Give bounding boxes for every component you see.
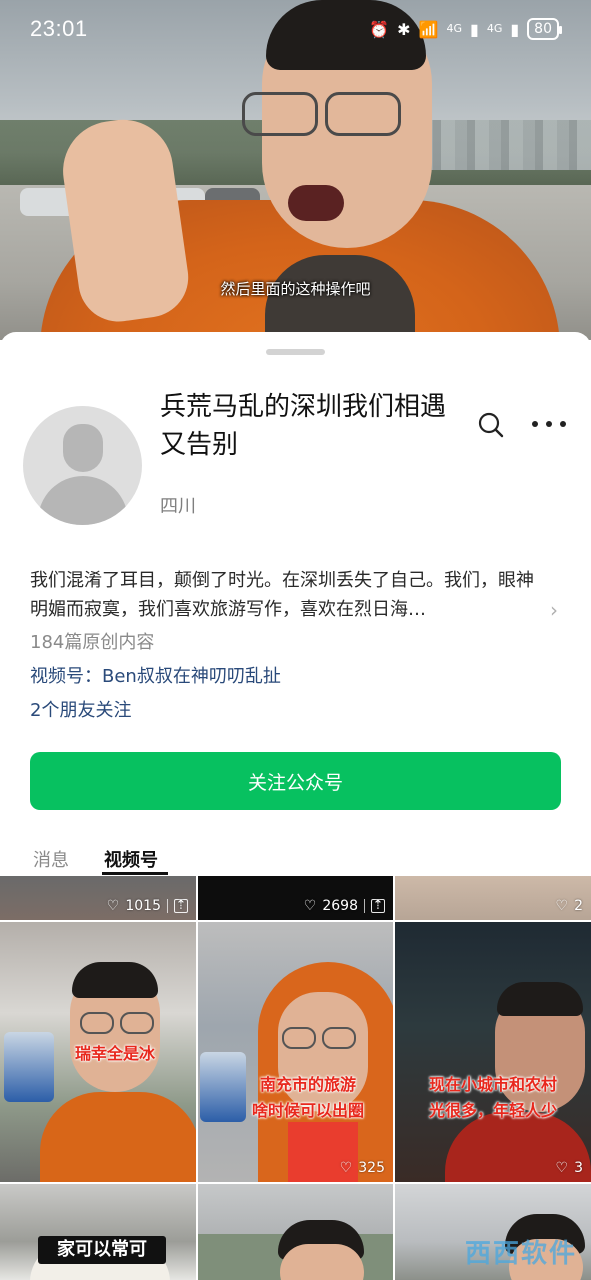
video-grid: ♡ 1015 ⇡ ♡ 2698 ⇡ ♡ 2 瑞幸全是冰 南充市的旅游 啥时候可以… xyxy=(0,876,591,1280)
video-thumbnail[interactable]: ♡ 1015 ⇡ xyxy=(0,876,196,920)
alarm-icon: ⏰ xyxy=(369,19,390,39)
more-dots-icon xyxy=(546,421,552,427)
avatar[interactable] xyxy=(23,406,142,525)
video-thumbnail[interactable]: ♡ 2698 ⇡ xyxy=(198,876,393,920)
video-thumbnail[interactable]: 瑞幸全是冰 xyxy=(0,922,196,1182)
content-tabs: 消息 视频号 xyxy=(0,840,591,876)
signal-bars-icon: ▮ xyxy=(510,19,520,39)
like-count: 2 xyxy=(574,898,583,914)
person-face xyxy=(280,1244,364,1280)
heart-icon: ♡ xyxy=(303,898,317,914)
sheet-drag-handle[interactable] xyxy=(266,349,325,355)
heart-icon: ♡ xyxy=(555,1160,569,1176)
video-thumbnail[interactable] xyxy=(198,1184,393,1280)
heart-icon: ♡ xyxy=(555,898,569,914)
drink-cup xyxy=(4,1032,54,1102)
video-thumbnail[interactable]: 西西软件 xyxy=(395,1184,591,1280)
person-jacket xyxy=(40,1092,196,1182)
video-thumbnail[interactable]: 现在小城市和农村 光很多，年轻人少 ♡ 3 xyxy=(395,922,591,1182)
avatar-placeholder-body xyxy=(38,476,128,525)
chevron-right-icon[interactable]: › xyxy=(550,598,558,622)
search-button[interactable] xyxy=(476,410,506,440)
tab-messages[interactable]: 消息 xyxy=(33,846,69,872)
glasses xyxy=(322,1027,356,1049)
video-player[interactable]: 23:01 ⏰ ✱ 📶 4G ▮ 4G ▮ 80 然后里面的这种操作吧 xyxy=(0,0,591,340)
video-stats: ♡ 1015 ⇡ xyxy=(107,898,188,914)
person-hair xyxy=(72,962,158,998)
video-caption: 南充市的旅游 啥时候可以出圈 xyxy=(251,1075,364,1120)
video-stats: ♡ 3 xyxy=(556,1160,583,1176)
video-caption: 瑞幸全是冰 xyxy=(74,1044,155,1063)
more-dots-icon xyxy=(532,421,538,427)
wifi-icon: 📶 xyxy=(418,19,439,39)
video-stats: ♡ 2 xyxy=(556,898,583,914)
heart-icon: ♡ xyxy=(339,1160,353,1176)
video-thumbnail[interactable]: 家可以常可 xyxy=(0,1184,196,1280)
bluetooth-icon: ✱ xyxy=(397,19,411,39)
follow-account-button[interactable]: 关注公众号 xyxy=(30,752,561,810)
glasses xyxy=(282,1027,316,1049)
video-caption: 家可以常可 xyxy=(38,1236,166,1264)
search-icon xyxy=(478,412,504,438)
heart-icon: ♡ xyxy=(106,898,120,914)
original-content-count: 184篇原创内容 xyxy=(30,632,155,653)
tab-active-indicator xyxy=(102,872,168,875)
account-profile-sheet: 兵荒马乱的深圳我们相遇又告别 四川 我们混淆了耳目，颠倒了时光。在深圳丢失了自己… xyxy=(0,332,591,1280)
like-count: 3 xyxy=(574,1160,583,1176)
like-count: 2698 xyxy=(322,898,358,914)
more-options-button[interactable] xyxy=(532,416,566,432)
battery-icon: 80 xyxy=(527,18,562,40)
pin-icon: ⇡ xyxy=(371,898,385,913)
glasses xyxy=(120,1012,154,1034)
video-stats: ♡ 2698 ⇡ xyxy=(304,898,385,914)
glasses xyxy=(325,92,401,136)
account-name: 兵荒马乱的深圳我们相遇又告别 xyxy=(160,392,447,460)
video-stats: ♡ 325 xyxy=(340,1160,385,1176)
glasses xyxy=(80,1012,114,1034)
account-description[interactable]: 我们混淆了耳目，颠倒了时光。在深圳丢失了自己。我们，眼神明媚而寂寞，我们喜欢旅游… xyxy=(30,566,540,624)
avatar-placeholder-icon xyxy=(63,424,103,472)
glasses xyxy=(242,92,318,136)
divider xyxy=(364,899,365,913)
more-dots-icon xyxy=(560,421,566,427)
status-icons: ⏰ ✱ 📶 4G ▮ 4G ▮ 80 xyxy=(369,18,562,40)
signal-bars-icon: ▮ xyxy=(470,19,479,39)
friends-following-link[interactable]: 2个朋友关注 xyxy=(30,696,131,722)
cellular-signal-icon: 4G xyxy=(446,22,463,35)
tab-channels[interactable]: 视频号 xyxy=(104,846,158,872)
like-count: 1015 xyxy=(125,898,161,914)
video-subtitle: 然后里面的这种操作吧 xyxy=(220,280,371,298)
video-caption: 现在小城市和农村 光很多，年轻人少 xyxy=(428,1075,557,1120)
watermark-logo: 西西软件 xyxy=(464,1239,577,1269)
video-thumbnail[interactable]: 南充市的旅游 啥时候可以出圈 ♡ 325 xyxy=(198,922,393,1182)
background-buildings xyxy=(421,120,591,170)
divider xyxy=(167,899,168,913)
status-time: 23:01 xyxy=(30,16,88,41)
account-region: 四川 xyxy=(160,496,196,517)
channel-link[interactable]: 视频号：Ben叔叔在神叨叨乱扯 xyxy=(30,662,281,688)
video-thumbnail[interactable]: ♡ 2 xyxy=(395,876,591,920)
pin-icon: ⇡ xyxy=(174,898,188,913)
person-mouth xyxy=(288,185,344,221)
person-hair xyxy=(497,982,583,1016)
status-bar: 23:01 ⏰ ✱ 📶 4G ▮ 4G ▮ 80 xyxy=(0,0,591,56)
like-count: 325 xyxy=(358,1160,385,1176)
cellular-signal-icon: 4G xyxy=(486,22,503,35)
